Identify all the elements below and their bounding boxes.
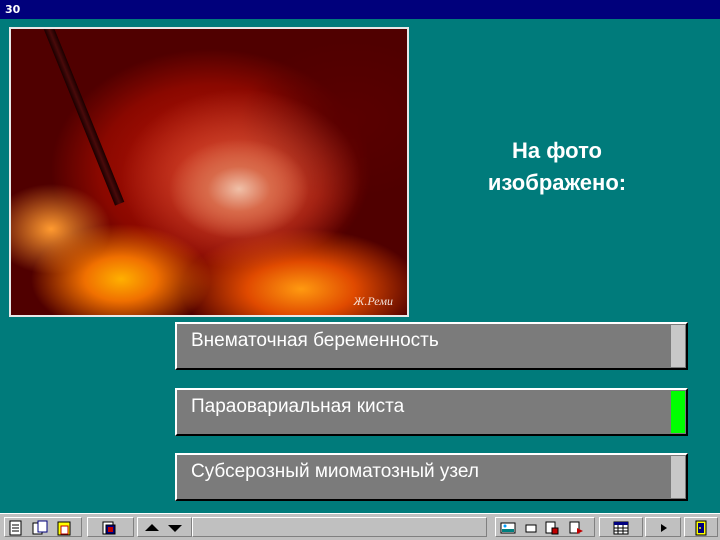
- toolbar-group-navigation: [137, 517, 192, 537]
- toolbar-group-view: [495, 517, 595, 537]
- toolbar-spacer: [192, 517, 487, 537]
- toolbar-group-calendar: [599, 517, 643, 537]
- exit-icon[interactable]: [693, 520, 709, 536]
- toolbar-group-bookmark: [87, 517, 134, 537]
- window-icon[interactable]: [523, 520, 539, 536]
- edit-icon[interactable]: [544, 520, 560, 536]
- answer-button-1[interactable]: Внематочная беременность: [175, 322, 688, 370]
- answer-indicator: [671, 325, 685, 367]
- bottom-toolbar: [0, 513, 720, 540]
- photo-signature: Ж.Реми: [353, 294, 393, 308]
- answer-label: Параовариальная киста: [191, 396, 405, 417]
- instrument-shape: [36, 29, 125, 206]
- arrow-down-icon[interactable]: [167, 520, 183, 536]
- answer-label: Внематочная беременность: [191, 330, 439, 351]
- answer-button-2[interactable]: Параовариальная киста: [175, 388, 688, 436]
- answer-label: Субсерозный миоматозный узел: [191, 461, 479, 482]
- laparoscopy-photo: Ж.Реми: [9, 27, 409, 317]
- answer-indicator-selected: [671, 391, 685, 433]
- title-bar: 30: [0, 0, 720, 19]
- arrow-up-icon[interactable]: [144, 520, 160, 536]
- answer-indicator: [671, 456, 685, 498]
- paste-icon[interactable]: [56, 520, 72, 536]
- export-icon[interactable]: [568, 520, 584, 536]
- play-icon[interactable]: [655, 520, 671, 536]
- document-icon[interactable]: [8, 520, 24, 536]
- calendar-icon[interactable]: [613, 520, 629, 536]
- toolbar-group-play: [645, 517, 681, 537]
- toolbar-group-edit: [4, 517, 82, 537]
- copy-icon[interactable]: [32, 520, 48, 536]
- question-line-2: изображено:: [487, 170, 627, 195]
- toolbar-group-exit: [684, 517, 718, 537]
- window-title: 30: [5, 3, 21, 16]
- question-text: На фото изображено:: [452, 135, 662, 199]
- answer-button-3[interactable]: Субсерозный миоматозный узел: [175, 453, 688, 501]
- bookmark-icon[interactable]: [101, 520, 117, 536]
- picture-icon[interactable]: [500, 520, 516, 536]
- slide-area: Ж.Реми На фото изображено: Внематочная б…: [0, 19, 720, 513]
- question-line-1: На фото: [511, 138, 602, 163]
